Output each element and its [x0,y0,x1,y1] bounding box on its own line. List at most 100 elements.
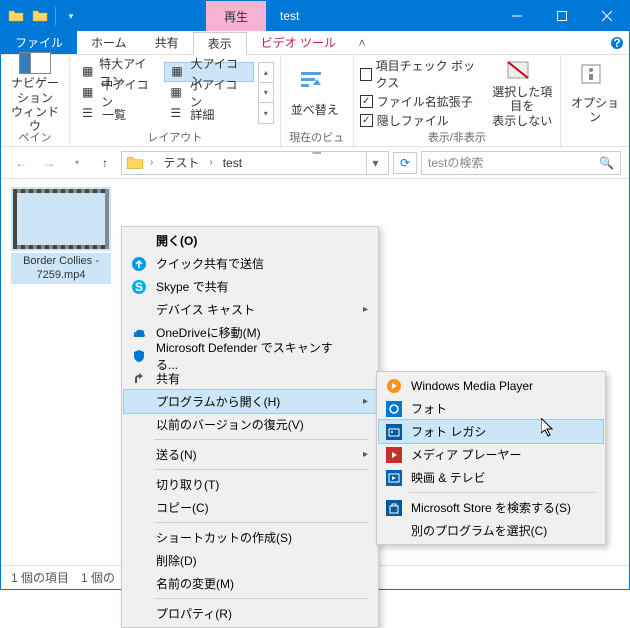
status-item-count: 1 個の項目 [11,569,69,586]
sort-icon [299,69,331,101]
ctx-open[interactable]: 開く(O) [124,229,376,252]
sub-media-player[interactable]: メディア プレーヤー [379,443,603,466]
ctx-label: フォト [411,400,579,417]
nav-pane-button[interactable]: ナビゲーション ウィンドウ [7,58,63,128]
layout-list[interactable]: ☰一覧 [76,104,163,124]
chevron-right-icon[interactable]: › [205,157,216,168]
sub-photos-legacy[interactable]: フォト レガシ [379,420,603,443]
ctx-label: 削除(D) [156,552,352,569]
crumb-item[interactable]: テスト [159,154,203,171]
layout-list-label: 一覧 [102,106,126,123]
breadcrumb-dropdown[interactable]: ▾ [366,152,384,174]
blank-icon [130,393,148,411]
tab-share[interactable]: 共有 [141,31,193,54]
breadcrumb[interactable]: › テスト › test ▾ [121,151,389,175]
layout-expand[interactable]: ▾ [259,103,273,123]
search-input[interactable]: testの検索 🔍 [421,151,621,175]
ctx-properties[interactable]: プロパティ(R) [124,602,376,625]
chevron-right-icon[interactable]: › [146,157,157,168]
tab-view[interactable]: 表示 [193,32,247,55]
up-button[interactable]: ↑ [93,151,117,175]
tab-video-tools[interactable]: ビデオ ツール [247,31,350,54]
layout-scroll-up[interactable]: ▴ [259,63,273,83]
ribbon-group-options: オプション [561,55,629,146]
maximize-button[interactable] [539,1,584,31]
group-label-current-view: 現在のビュー [287,129,347,144]
sort-label: 並べ替え [291,103,339,117]
layout-small[interactable]: ▦小アイコン [164,83,253,103]
ctx-cut[interactable]: 切り取り(T) [124,473,376,496]
checkbox-icon [360,68,372,81]
list-icon: ☰ [82,106,98,122]
options-icon [579,62,611,94]
ctx-quick-share[interactable]: クイック共有で送信 [124,252,376,275]
svg-text:?: ? [613,36,620,50]
layout-details[interactable]: ☰詳細 [164,104,253,124]
back-button[interactable]: ← [9,151,33,175]
sub-photos[interactable]: フォト [379,397,603,420]
file-item[interactable]: Border Collies - 7259.mp4 [11,189,111,284]
options-button[interactable]: オプション [567,58,623,128]
ctx-label: クイック共有で送信 [156,255,352,272]
ctx-rename[interactable]: 名前の変更(M) [124,572,376,595]
blank-icon [130,232,148,250]
ctx-open-with[interactable]: プログラムから開く(H)▸ [124,390,376,413]
sub-wmp[interactable]: Windows Media Player [379,374,603,397]
ctx-send-to[interactable]: 送る(N)▸ [124,443,376,466]
hide-icon [506,58,538,83]
sub-store[interactable]: Microsoft Store を検索する(S) [379,496,603,519]
extra-large-icon: ▦ [82,64,95,80]
chevron-right-icon: ▸ [363,396,368,407]
ctx-label: メディア プレーヤー [411,446,579,463]
check-hidden-label: 隠しファイル [377,112,449,129]
collapse-ribbon-icon[interactable]: ˄ [350,31,374,54]
folder-icon [126,154,144,172]
sub-choose[interactable]: 別のプログラムを選択(C) [379,519,603,542]
check-file-ext[interactable]: ファイル名拡張子 [360,93,487,110]
layout-scroll: ▴ ▾ ▾ [258,62,274,124]
ctx-skype[interactable]: SSkype で共有 [124,275,376,298]
help-icon[interactable]: ? [605,31,629,54]
qat-dropdown-icon[interactable]: ▾ [60,5,82,27]
ribbon-group-current-view: 並べ替え 現在のビュー [281,55,354,146]
ctx-label: コピー(C) [156,499,352,516]
blank-icon [130,416,148,434]
minimize-button[interactable] [494,1,539,31]
recent-dropdown[interactable]: ▾ [65,151,89,175]
large-icon: ▦ [171,64,186,80]
ctx-prev-versions[interactable]: 以前のバージョンの復元(V) [124,413,376,436]
forward-button[interactable]: → [37,151,61,175]
group-label-layout: レイアウト [76,129,274,144]
tab-home[interactable]: ホーム [77,31,141,54]
status-selected: 1 個の [81,569,115,586]
window-title: test [280,9,299,23]
crumb-item[interactable]: test [219,156,246,170]
ctx-copy[interactable]: コピー(C) [124,496,376,519]
check-hidden-files[interactable]: 隠しファイル [360,112,487,129]
explorer-icon[interactable] [29,5,51,27]
onedrive-icon [130,324,148,342]
store-icon [385,499,403,517]
layout-scroll-down[interactable]: ▾ [259,83,273,103]
ctx-defender[interactable]: Microsoft Defender でスキャンする... [124,344,376,367]
hide-selected-button[interactable]: 選択した項目を 表示しない [491,58,554,128]
tab-file[interactable]: ファイル [1,31,77,54]
ctx-share[interactable]: 共有 [124,367,376,390]
ctx-label: Windows Media Player [411,379,579,393]
submenu-open-with: Windows Media Player フォト フォト レガシ メディア プレ… [376,371,606,545]
refresh-button[interactable]: ⟳ [393,152,417,174]
sub-movies-tv[interactable]: 映画 & テレビ [379,466,603,489]
ctx-cast[interactable]: デバイス キャスト▸ [124,298,376,321]
titlebar: ▾ 再生 test [1,1,629,31]
sort-button[interactable]: 並べ替え [287,58,343,128]
ribbon: ナビゲーション ウィンドウ ペイン ▦特大アイコン ▦大アイコン ▦中アイコン … [1,55,629,147]
address-bar: ← → ▾ ↑ › テスト › test ▾ ⟳ testの検索 🔍 [1,147,629,179]
blank-icon [130,499,148,517]
close-button[interactable] [584,1,629,31]
blank-icon [130,301,148,319]
ctx-delete[interactable]: 削除(D) [124,549,376,572]
layout-medium[interactable]: ▦中アイコン [76,83,163,103]
ctx-label: フォト レガシ [411,423,579,440]
ctx-shortcut[interactable]: ショートカットの作成(S) [124,526,376,549]
check-item-checkboxes[interactable]: 項目チェック ボックス [360,57,487,91]
